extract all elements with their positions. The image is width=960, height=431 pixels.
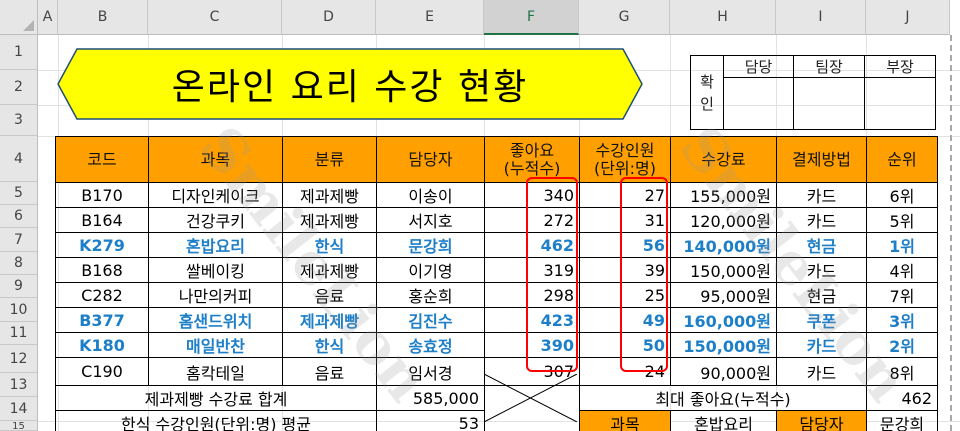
cell-rank[interactable]: 5위 bbox=[866, 207, 938, 233]
header-manager-label: 담당자 bbox=[408, 149, 453, 169]
cell-code[interactable]: C282 bbox=[55, 282, 149, 308]
column-header-a[interactable]: A bbox=[38, 0, 58, 35]
header-rank[interactable]: 순위 bbox=[866, 136, 938, 183]
cell-rank[interactable]: 4위 bbox=[866, 257, 938, 283]
cell-manager[interactable]: 홍순희 bbox=[376, 282, 485, 308]
cell-manager[interactable]: 서지호 bbox=[376, 207, 485, 233]
row-header-8[interactable]: 8 bbox=[0, 252, 38, 275]
column-header-j[interactable]: J bbox=[866, 0, 950, 35]
header-rank-label: 순위 bbox=[887, 149, 917, 169]
table-row: K180 매일반찬 한식 송효정 390 50 150,000원 카드 2위 bbox=[55, 332, 938, 358]
header-code-label: 코드 bbox=[87, 149, 117, 169]
cell-code[interactable]: K279 bbox=[55, 232, 149, 258]
cell-course[interactable]: 쌀베이킹 bbox=[148, 257, 283, 283]
bakery-total-label[interactable]: 제과제빵 수강료 합계 bbox=[55, 385, 377, 411]
table-header-row: 코드 과목 분류 담당자 좋아요 (누적수) 수강인원 (단위:명) 수강료 결제방… bbox=[55, 136, 938, 183]
row-header-6[interactable]: 6 bbox=[0, 205, 38, 228]
column-header-e[interactable]: E bbox=[376, 0, 484, 35]
cell-code[interactable]: B164 bbox=[55, 207, 149, 233]
cell-fee[interactable]: 160,000원 bbox=[670, 307, 777, 333]
cell-manager[interactable]: 이기영 bbox=[376, 257, 485, 283]
approval-column-team-lead: 팀장 bbox=[793, 55, 865, 78]
approval-sign-dept-head[interactable] bbox=[864, 77, 936, 130]
row-header-10[interactable]: 10 bbox=[0, 298, 38, 322]
row-header-11[interactable]: 11 bbox=[0, 322, 38, 345]
lookup-manager-label[interactable]: 담당자 bbox=[776, 410, 867, 431]
cell-manager[interactable]: 문강희 bbox=[376, 232, 485, 258]
cell-fee[interactable]: 150,000원 bbox=[670, 332, 777, 358]
page-break-line bbox=[950, 35, 960, 431]
select-all-button[interactable] bbox=[0, 0, 38, 35]
cell-course[interactable]: 나만의커피 bbox=[148, 282, 283, 308]
column-header-b[interactable]: B bbox=[58, 0, 148, 35]
row-header-1[interactable]: 1 bbox=[0, 35, 38, 70]
approval-box: 확 인 담당 팀장 부장 bbox=[690, 55, 936, 130]
header-payment[interactable]: 결제방법 bbox=[776, 136, 867, 183]
row-header-7[interactable]: 7 bbox=[0, 228, 38, 252]
column-header-h[interactable]: H bbox=[670, 0, 776, 35]
lookup-manager-value[interactable]: 문강희 bbox=[866, 410, 938, 431]
likes-callout-outline bbox=[526, 177, 578, 372]
lookup-course-label[interactable]: 과목 bbox=[579, 410, 671, 431]
cell-fee[interactable]: 90,000원 bbox=[670, 357, 777, 386]
cell-rank[interactable]: 1위 bbox=[866, 232, 938, 258]
cell-course[interactable]: 홈칵테일 bbox=[148, 357, 283, 386]
header-manager[interactable]: 담당자 bbox=[376, 136, 485, 183]
crossed-out-cell-mark bbox=[484, 374, 577, 422]
header-enrolled-sublabel: (단위:명) bbox=[593, 158, 657, 178]
cell-rank[interactable]: 6위 bbox=[866, 182, 938, 208]
cell-course[interactable]: 매일반찬 bbox=[148, 332, 283, 358]
title-banner[interactable]: 온라인 요리 수강 현황 bbox=[57, 48, 643, 120]
cell-code[interactable]: B377 bbox=[55, 307, 149, 333]
approval-sign-staff[interactable] bbox=[723, 77, 794, 130]
select-all-triangle-icon bbox=[23, 20, 34, 31]
header-likes-label: 좋아요 bbox=[509, 140, 555, 160]
row-header-5[interactable]: 5 bbox=[0, 182, 38, 205]
row-header-9[interactable]: 9 bbox=[0, 275, 38, 298]
table-row: B170 디자인케이크 제과제빵 이송이 340 27 155,000원 카드 6위 bbox=[55, 182, 938, 208]
cell-rank[interactable]: 7위 bbox=[866, 282, 938, 308]
header-likes-sublabel: (누적수) bbox=[503, 158, 561, 178]
cell-manager[interactable]: 이송이 bbox=[376, 182, 485, 208]
header-category-label: 분류 bbox=[314, 149, 345, 169]
cell-code[interactable]: C190 bbox=[55, 357, 149, 386]
header-enrolled-label: 수강인원 bbox=[595, 140, 655, 160]
column-header-g[interactable]: G bbox=[579, 0, 670, 35]
cell-code[interactable]: K180 bbox=[55, 332, 149, 358]
row-header-15[interactable]: 15 bbox=[0, 421, 38, 431]
header-code[interactable]: 코드 bbox=[55, 136, 149, 183]
header-category[interactable]: 분류 bbox=[282, 136, 377, 183]
max-likes-label[interactable]: 최대 좋아요(누적수) bbox=[579, 385, 867, 411]
cell-course[interactable]: 홈샌드위치 bbox=[148, 307, 283, 333]
lookup-course-value[interactable]: 혼밥요리 bbox=[670, 410, 777, 431]
header-likes[interactable]: 좋아요 (누적수) bbox=[484, 136, 580, 183]
header-enrolled[interactable]: 수강인원 (단위:명) bbox=[579, 136, 671, 183]
approval-sign-team-lead[interactable] bbox=[793, 77, 865, 130]
approval-column-dept-head: 부장 bbox=[864, 55, 936, 78]
korean-average-label[interactable]: 한식 수강인원(단위:명) 평균 bbox=[55, 410, 377, 431]
korean-average-value[interactable]: 53 bbox=[376, 410, 485, 431]
row-header-2[interactable]: 2 bbox=[0, 70, 38, 105]
page-title: 온라인 요리 수강 현황 bbox=[171, 67, 529, 108]
row-header-4[interactable]: 4 bbox=[0, 136, 38, 182]
row-header-3[interactable]: 3 bbox=[0, 105, 38, 136]
column-header-d[interactable]: D bbox=[282, 0, 376, 35]
spreadsheet: A B C D E F G H I J 1 2 3 4 5 6 7 8 9 10… bbox=[0, 0, 960, 431]
enrolled-callout-outline bbox=[620, 177, 668, 372]
column-header-f[interactable]: F bbox=[484, 0, 579, 35]
cell-fee[interactable]: 95,000원 bbox=[670, 282, 777, 308]
row-header-14[interactable]: 14 bbox=[0, 397, 38, 421]
column-header-i[interactable]: I bbox=[776, 0, 866, 35]
header-payment-label: 결제방법 bbox=[792, 149, 851, 169]
column-header-c[interactable]: C bbox=[148, 0, 282, 35]
approval-column-staff: 담당 bbox=[723, 55, 794, 78]
row-header-12[interactable]: 12 bbox=[0, 345, 38, 373]
cell-code[interactable]: B168 bbox=[55, 257, 149, 283]
cell-code[interactable]: B170 bbox=[55, 182, 149, 208]
row-header-13[interactable]: 13 bbox=[0, 373, 38, 397]
